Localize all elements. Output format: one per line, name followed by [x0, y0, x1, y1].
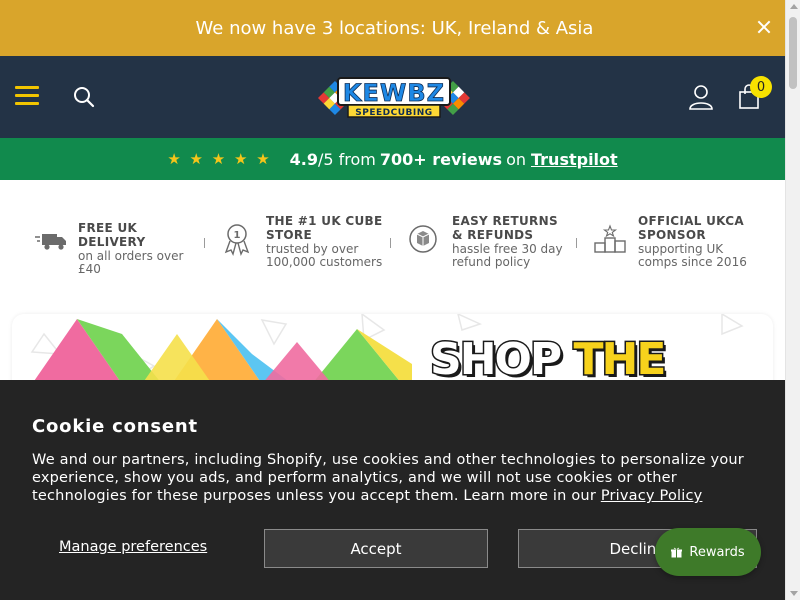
rating-suffix: /5 from — [317, 149, 376, 169]
menu-button[interactable] — [15, 86, 39, 106]
usp-title: EASY RETURNS & REFUNDS — [452, 214, 558, 242]
usp-row: FREE UK DELIVERY on all orders over £40 … — [30, 214, 770, 276]
gift-icon — [671, 547, 683, 557]
usp-returns: EASY RETURNS & REFUNDS hassle free 30 da… — [408, 214, 578, 269]
hero-word-shop: SHOP — [428, 333, 563, 387]
scroll-up-icon[interactable] — [790, 4, 798, 9]
usp-subtitle: trusted by over 100,000 customers — [266, 242, 383, 269]
usp-title: OFFICIAL UKCA SPONSOR — [638, 214, 744, 242]
return-box-icon — [409, 225, 437, 253]
usp-divider — [204, 238, 205, 248]
privacy-policy-link[interactable]: Privacy Policy — [601, 488, 703, 504]
review-count: 700+ reviews — [379, 149, 503, 169]
scroll-down-icon[interactable] — [790, 591, 798, 596]
logo-subtext: SPEEDCUBING — [355, 108, 432, 118]
cookie-body: We and our partners, including Shopify, … — [32, 451, 757, 505]
award-icon: 1 — [224, 224, 250, 256]
rating-on: on — [506, 149, 526, 169]
truck-icon — [35, 234, 66, 250]
usp-top-store: 1 THE #1 UK CUBE STORE trusted by over 1… — [222, 214, 392, 269]
usp-title: FREE UK DELIVERY — [78, 221, 146, 249]
logo-text: KEWBZ — [343, 79, 445, 107]
svg-text:1: 1 — [234, 230, 241, 241]
scrollbar-thumb[interactable] — [789, 17, 797, 89]
hamburger-icon — [15, 86, 39, 89]
search-icon — [74, 87, 95, 108]
hamburger-bar — [15, 94, 39, 97]
announcement-text: We now have 3 locations: UK, Ireland & A… — [195, 17, 594, 39]
close-icon[interactable] — [753, 17, 775, 39]
hamburger-bar — [15, 102, 39, 105]
search-button[interactable] — [72, 85, 96, 109]
rating-stars: ★ ★ ★ ★ ★ — [167, 150, 272, 168]
user-icon — [689, 85, 713, 110]
cart-count-badge: 0 — [750, 76, 772, 98]
manage-preferences-link[interactable]: Manage preferences — [59, 539, 207, 555]
podium-icon — [594, 224, 626, 253]
page: We now have 3 locations: UK, Ireland & A… — [0, 0, 800, 600]
site-header: KEWBZ SPEEDCUBING 0 — [0, 56, 785, 138]
usp-divider — [390, 238, 391, 248]
page-scrollbar[interactable] — [785, 0, 800, 600]
cookie-title: Cookie consent — [32, 416, 198, 437]
kewbz-logo[interactable]: KEWBZ SPEEDCUBING — [318, 74, 470, 122]
rating-value: 4.9 — [289, 149, 318, 169]
usp-sponsor: OFFICIAL UKCA SPONSOR supporting UK comp… — [594, 214, 764, 269]
usp-subtitle: hassle free 30 day refund policy — [452, 242, 563, 269]
usp-delivery: FREE UK DELIVERY on all orders over £40 — [34, 221, 194, 276]
usp-subtitle: supporting UK comps since 2016 — [638, 242, 747, 269]
page-content: We now have 3 locations: UK, Ireland & A… — [0, 0, 785, 600]
account-button[interactable] — [688, 84, 714, 110]
usp-title: THE #1 UK CUBE STORE — [266, 214, 383, 242]
logo-graphic: KEWBZ SPEEDCUBING — [318, 77, 470, 118]
accept-button[interactable]: Accept — [264, 529, 488, 568]
usp-subtitle: on all orders over £40 — [78, 249, 184, 276]
usp-divider — [576, 238, 577, 248]
announcement-bar: We now have 3 locations: UK, Ireland & A… — [0, 0, 785, 56]
trustpilot-bar: ★ ★ ★ ★ ★ 4.9 /5 from 700+ reviews on Tr… — [0, 138, 785, 180]
rewards-button[interactable]: Rewards — [655, 528, 761, 576]
rewards-label: Rewards — [689, 544, 745, 560]
trustpilot-link[interactable]: Trustpilot — [531, 150, 618, 169]
